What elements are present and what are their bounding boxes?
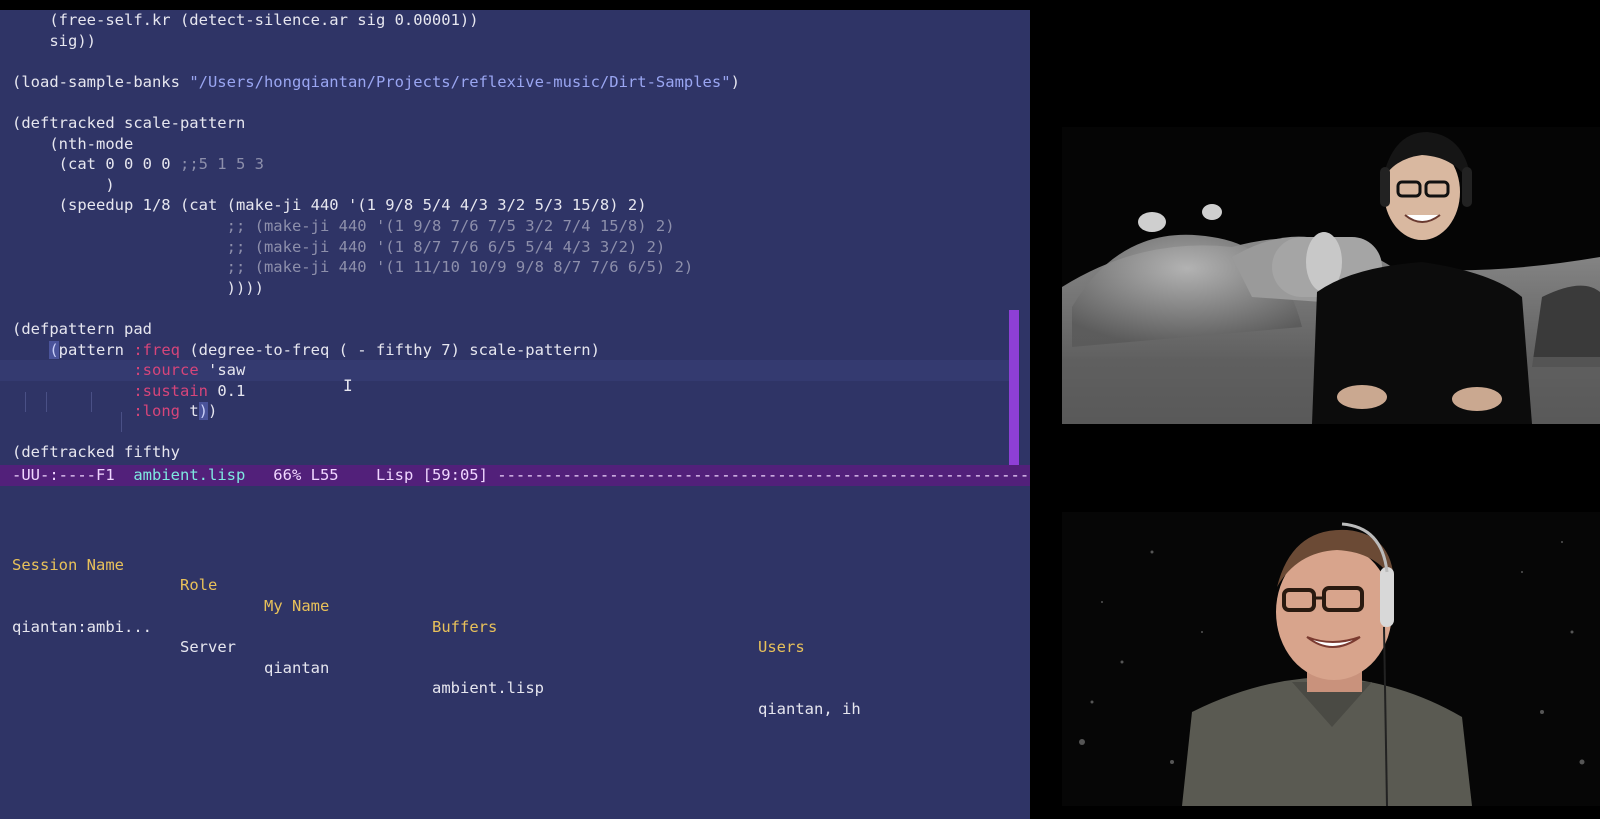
code-line[interactable]: :source 'saw <box>0 360 1010 381</box>
code-token: (degree-to-freq ( - fifthy 7) scale-patt… <box>180 340 600 359</box>
code-line[interactable]: (pattern :freq (degree-to-freq ( - fifth… <box>0 340 1010 361</box>
indent-guide <box>46 392 47 412</box>
session-name-cell: qiantan:ambi... <box>12 617 152 636</box>
code-token: (defpattern pad <box>12 319 152 338</box>
code-line[interactable] <box>0 51 1010 72</box>
emacs-editor[interactable]: (free-self.kr (detect-silence.ar sig 0.0… <box>0 10 1030 819</box>
code-line[interactable]: (speedup 1/8 (cat (make-ji 440 '(1 9/8 5… <box>0 195 1010 216</box>
code-token: 'saw <box>198 361 246 380</box>
table-row[interactable]: qiantan:ambi... Server qiantan ambient.l… <box>12 596 1012 718</box>
mouse-ibeam-cursor: I <box>343 376 353 395</box>
code-token: t <box>180 402 199 421</box>
code-token-str: "/Users/hongqiantan/Projects/reflexive-m… <box>189 72 731 91</box>
code-token: (cat 0 0 0 0 <box>12 155 180 174</box>
code-token-kw: :freq <box>133 340 180 359</box>
video-feed-2-image <box>1062 512 1600 806</box>
code-token: 0.1 <box>207 381 246 400</box>
indent-guide <box>91 392 92 412</box>
code-line[interactable]: ;; (make-ji 440 '(1 9/8 7/6 7/5 3/2 7/4 … <box>0 216 1010 237</box>
col-role: Role <box>180 576 218 595</box>
code-token: (speedup 1/8 (cat (make-ji 440 '(1 9/8 5… <box>12 196 647 215</box>
code-line[interactable] <box>0 422 1010 443</box>
code-token-cm: ;; (make-ji 440 '(1 11/10 10/9 9/8 8/7 7… <box>226 258 694 277</box>
code-line[interactable]: ;; (make-ji 440 '(1 8/7 7/6 6/5 5/4 4/3 … <box>0 237 1010 258</box>
code-token-cm: ;;5 1 5 3 <box>179 155 264 174</box>
code-line[interactable]: (cat 0 0 0 0 ;;5 1 5 3 <box>0 154 1010 175</box>
code-token: (deftracked fifthy <box>12 443 180 462</box>
code-line[interactable]: )))) <box>0 278 1010 299</box>
code-token: ) <box>208 402 218 421</box>
code-line[interactable]: (free-self.kr (detect-silence.ar sig 0.0… <box>0 10 1010 31</box>
col-buffers: Buffers <box>432 617 498 636</box>
code-token: (deftracked scale-pattern <box>12 113 246 132</box>
code-token: pattern <box>58 340 134 359</box>
code-line[interactable]: (deftracked scale-pattern <box>0 113 1010 134</box>
code-token-cm: ;; (make-ji 440 '(1 8/7 7/6 6/5 5/4 4/3 … <box>226 237 666 256</box>
video-feed-2 <box>1062 512 1600 806</box>
session-table: Session Name Role My Name Buffers Users … <box>12 493 1012 718</box>
code-token: ) <box>12 175 115 194</box>
code-token-cur-paren: ( <box>49 340 59 359</box>
code-line[interactable]: ) <box>0 175 1010 196</box>
modeline-buffer-name[interactable]: ambient.lisp <box>133 466 245 484</box>
code-line[interactable]: (defpattern pad <box>0 319 1010 340</box>
modeline-prefix: -UU-:----F1 <box>12 466 134 484</box>
code-token: (load-sample-banks <box>12 72 190 91</box>
code-line[interactable]: (load-sample-banks "/Users/hongqiantan/P… <box>0 72 1010 93</box>
code-line[interactable] <box>0 92 1010 113</box>
col-users: Users <box>758 638 805 657</box>
code-token-kw: :sustain <box>133 381 208 400</box>
buffers-cell: ambient.lisp <box>432 679 544 698</box>
code-line[interactable]: :long t)) <box>0 401 1010 422</box>
mode-line: -UU-:----F1 ambient.lisp 66% L55 Lisp [5… <box>0 465 1030 486</box>
code-line[interactable]: :sustain 0.1 <box>0 381 1010 402</box>
role-cell: Server <box>180 638 236 657</box>
code-token: (nth-mode <box>12 134 134 153</box>
col-session-name: Session Name <box>12 555 124 574</box>
code-token-kw: :source <box>133 361 199 380</box>
video-feed-1-image <box>1062 127 1600 424</box>
code-token: (free-self.kr (detect-silence.ar sig 0.0… <box>12 11 479 29</box>
session-table-header: Session Name Role My Name Buffers Users <box>12 534 1012 656</box>
my-name-cell: qiantan <box>264 658 330 677</box>
code-token: sig)) <box>12 31 96 50</box>
code-token: )))) <box>12 278 264 297</box>
code-line[interactable]: sig)) <box>0 31 1010 52</box>
indent-guide <box>121 412 122 432</box>
code-line[interactable]: (nth-mode <box>0 134 1010 155</box>
indent-guide <box>25 392 26 412</box>
video-feed-1 <box>1062 127 1600 424</box>
users-cell: qiantan, ih <box>758 699 861 718</box>
code-token-kw: :long <box>133 402 180 421</box>
modeline-status: 66% L55 Lisp [59:05] -------------------… <box>245 466 1030 484</box>
code-line[interactable]: (deftracked fifthy <box>0 442 1010 463</box>
code-token-cm: ;; (make-ji 440 '(1 9/8 7/6 7/5 3/2 7/4 … <box>226 216 675 235</box>
code-line[interactable] <box>0 298 1010 319</box>
code-line[interactable]: ;; (make-ji 440 '(1 11/10 10/9 9/8 8/7 7… <box>0 257 1010 278</box>
code-token-cur-paren: ) <box>198 402 209 421</box>
scrollbar-thumb[interactable] <box>1009 310 1019 470</box>
code-buffer[interactable]: (free-self.kr (detect-silence.ar sig 0.0… <box>0 10 1010 463</box>
code-token: ) <box>730 72 740 91</box>
